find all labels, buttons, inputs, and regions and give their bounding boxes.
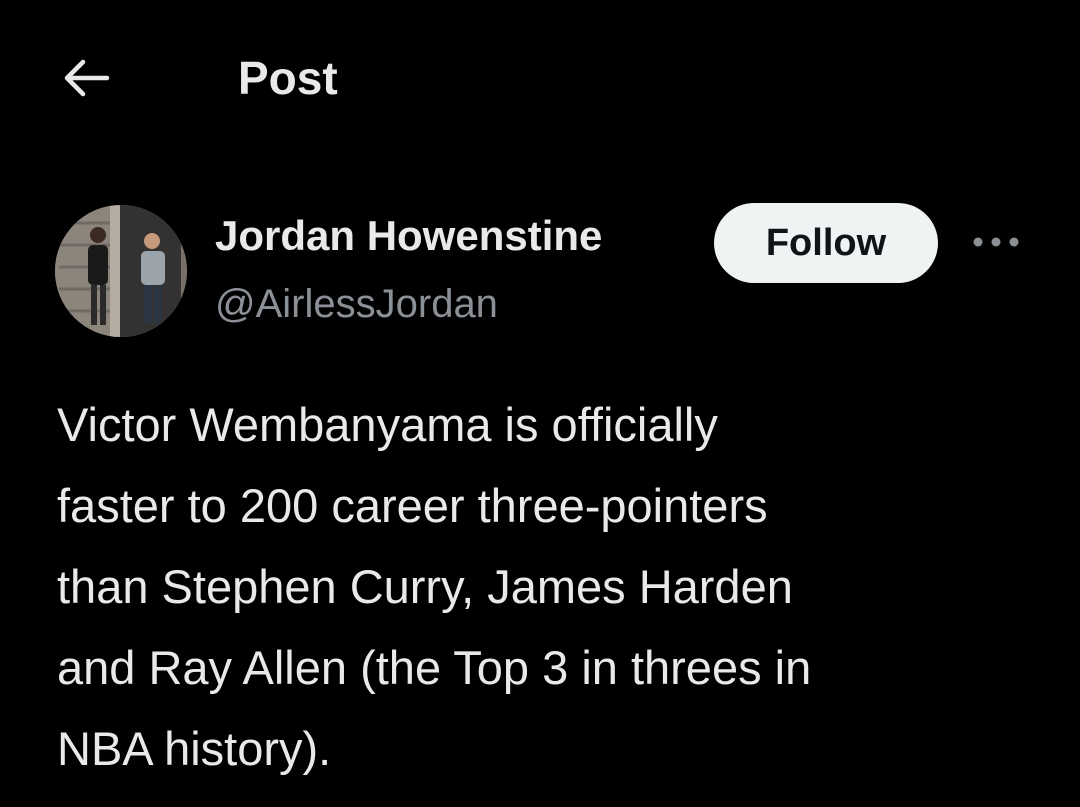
more-horizontal-icon [973, 237, 1019, 247]
more-options-button[interactable] [966, 222, 1026, 262]
arrow-left-icon [64, 59, 110, 97]
back-button[interactable] [56, 50, 116, 106]
page-title: Post [238, 52, 338, 104]
author-display-name[interactable]: Jordan Howenstine [215, 210, 602, 262]
top-bar: Post [0, 0, 1080, 150]
profile-photo [55, 205, 187, 337]
follow-button[interactable]: Follow [714, 203, 938, 283]
avatar[interactable] [55, 205, 187, 337]
author-handle[interactable]: @AirlessJordan [215, 278, 498, 330]
post-text: Victor Wembanyama is officially faster t… [57, 398, 812, 775]
